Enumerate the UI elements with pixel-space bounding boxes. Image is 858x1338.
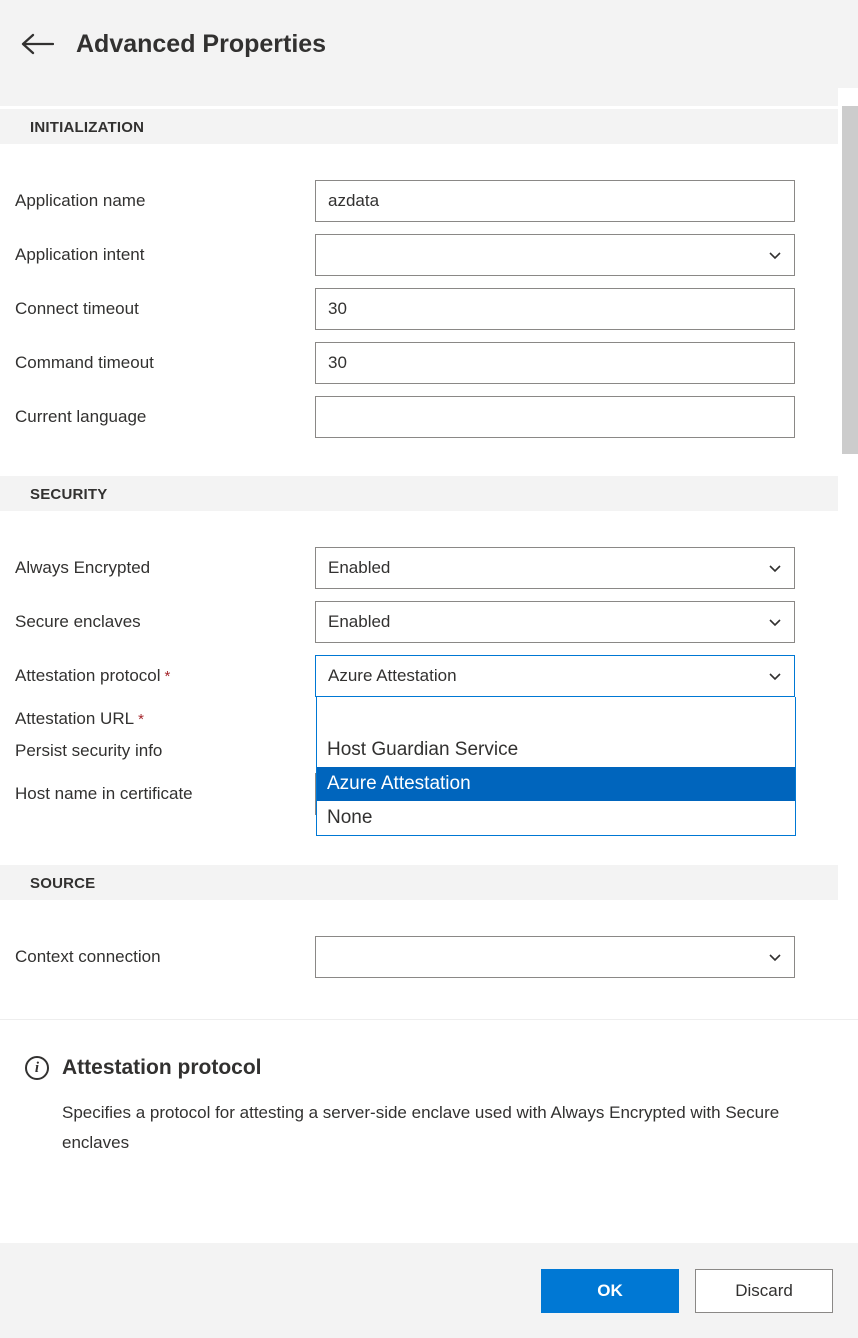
- label-host-name-in-certificate: Host name in certificate: [0, 784, 315, 804]
- select-secure-enclaves[interactable]: Enabled: [315, 601, 795, 643]
- label-application-intent: Application intent: [0, 245, 315, 265]
- input-value: azdata: [328, 191, 379, 211]
- label-context-connection: Context connection: [0, 947, 315, 967]
- back-arrow-icon: [20, 32, 54, 56]
- select-always-encrypted[interactable]: Enabled: [315, 547, 795, 589]
- ok-button[interactable]: OK: [541, 1269, 679, 1313]
- header-bar: Advanced Properties: [0, 0, 858, 88]
- input-current-language[interactable]: [315, 396, 795, 438]
- back-button[interactable]: [20, 27, 54, 61]
- input-connect-timeout[interactable]: 30: [315, 288, 795, 330]
- dropdown-option-azure-attestation[interactable]: Azure Attestation: [317, 767, 795, 801]
- label-attestation-url: Attestation URL*: [0, 709, 315, 729]
- chevron-down-icon: [768, 561, 782, 575]
- input-command-timeout[interactable]: 30: [315, 342, 795, 384]
- chevron-down-icon: [768, 669, 782, 683]
- info-panel: i Attestation protocol Specifies a proto…: [0, 1019, 858, 1243]
- select-value: Enabled: [328, 558, 390, 578]
- select-application-intent[interactable]: [315, 234, 795, 276]
- select-attestation-protocol[interactable]: Azure Attestation: [315, 655, 795, 697]
- label-application-name: Application name: [0, 191, 315, 211]
- section-security: SECURITY Always Encrypted Enabled Secure…: [0, 476, 838, 865]
- page-title: Advanced Properties: [76, 30, 326, 59]
- input-value: 30: [328, 353, 347, 373]
- label-persist-security-info: Persist security info: [0, 741, 315, 761]
- chevron-down-icon: [768, 248, 782, 262]
- select-value: Azure Attestation: [328, 666, 457, 686]
- required-indicator: *: [138, 711, 144, 728]
- required-indicator: *: [165, 668, 171, 685]
- dropdown-option-none[interactable]: None: [317, 801, 795, 835]
- label-current-language: Current language: [0, 407, 315, 427]
- discard-button[interactable]: Discard: [695, 1269, 833, 1313]
- label-connect-timeout: Connect timeout: [0, 299, 315, 319]
- input-value: 30: [328, 299, 347, 319]
- label-attestation-protocol: Attestation protocol*: [0, 666, 315, 686]
- label-always-encrypted: Always Encrypted: [0, 558, 315, 578]
- info-title: Attestation protocol: [62, 1056, 262, 1080]
- section-header-security: SECURITY: [0, 476, 838, 511]
- section-source: SOURCE Context connection: [0, 865, 838, 978]
- section-initialization: INITIALIZATION Application name azdata A…: [0, 109, 838, 476]
- select-context-connection[interactable]: [315, 936, 795, 978]
- chevron-down-icon: [768, 615, 782, 629]
- section-header-source: SOURCE: [0, 865, 838, 900]
- info-body: Specifies a protocol for attesting a ser…: [62, 1098, 833, 1158]
- input-application-name[interactable]: azdata: [315, 180, 795, 222]
- info-icon: i: [25, 1056, 49, 1080]
- vertical-scrollbar-thumb[interactable]: [842, 106, 858, 454]
- chevron-down-icon: [768, 950, 782, 964]
- dropdown-option-host-guardian-service[interactable]: Host Guardian Service: [317, 733, 795, 767]
- label-secure-enclaves: Secure enclaves: [0, 612, 315, 632]
- label-command-timeout: Command timeout: [0, 353, 315, 373]
- footer-bar: OK Discard: [0, 1243, 858, 1338]
- dropdown-attestation-protocol: Host Guardian Service Azure Attestation …: [316, 697, 796, 836]
- section-header-initialization: INITIALIZATION: [0, 109, 838, 144]
- select-value: Enabled: [328, 612, 390, 632]
